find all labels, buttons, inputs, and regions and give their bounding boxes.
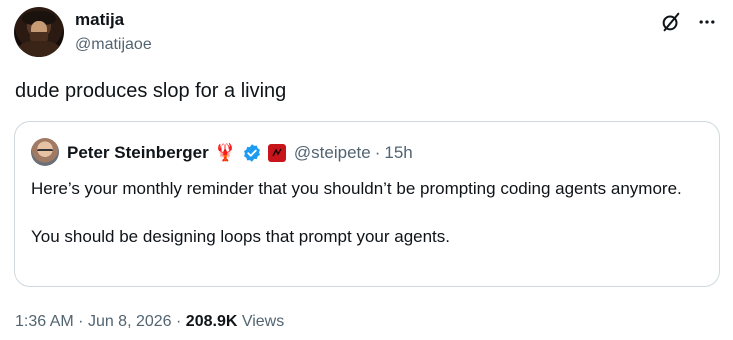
avatar-glasses xyxy=(37,149,53,155)
avatar-body xyxy=(18,41,60,57)
quoted-tweet[interactable]: Peter Steinberger 🦞 @steipete · 15h Here… xyxy=(14,121,720,287)
more-icon[interactable] xyxy=(693,8,721,36)
separator-dot: · xyxy=(78,313,84,330)
quote-author-name[interactable]: Peter Steinberger xyxy=(67,142,209,164)
affiliate-badge-icon[interactable] xyxy=(267,144,286,162)
tweet-text: dude produces slop for a living xyxy=(15,80,287,102)
quote-author-avatar[interactable] xyxy=(31,138,59,166)
quote-header: Peter Steinberger 🦞 @steipete · 15h xyxy=(67,142,413,164)
author-avatar[interactable] xyxy=(14,7,64,57)
quote-text: Here’s your monthly reminder that you sh… xyxy=(31,177,701,249)
quote-author-handle[interactable]: @steipete xyxy=(294,142,371,164)
post-date[interactable]: Jun 8, 2026 xyxy=(88,313,172,330)
author-handle[interactable]: @matijaoe xyxy=(75,35,152,55)
views-label: Views xyxy=(241,313,285,330)
quote-text-paragraph-2: You should be designing loops that promp… xyxy=(31,227,450,246)
views-count[interactable]: 208.9K xyxy=(186,313,238,330)
separator-dot: · xyxy=(176,313,182,330)
quote-timestamp[interactable]: 15h xyxy=(384,142,412,164)
tweet-actions-top xyxy=(657,8,721,36)
author-name[interactable]: matija xyxy=(75,10,124,30)
tweet-meta: 1:36 AM · Jun 8, 2026 · 208.9K Views xyxy=(15,312,284,332)
verified-check-icon[interactable] xyxy=(242,143,262,163)
lobster-emoji: 🦞 xyxy=(214,143,236,162)
separator-dot: · xyxy=(374,143,381,162)
quote-text-paragraph-1: Here’s your monthly reminder that you sh… xyxy=(31,179,682,198)
post-time[interactable]: 1:36 AM xyxy=(15,313,74,330)
grok-icon[interactable] xyxy=(657,8,685,36)
